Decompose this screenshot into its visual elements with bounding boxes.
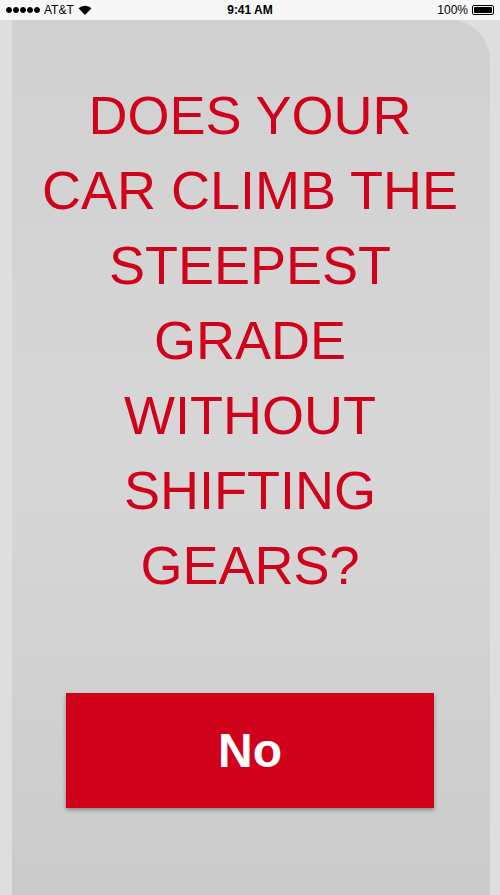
heading-line: CAR CLIMB THE (42, 153, 458, 228)
screen: AT&T 9:41 AM 100% DOES YOURCAR CLIMB THESTE… (0, 0, 500, 895)
heading-line: DOES YOUR (88, 78, 411, 153)
answer-button[interactable]: No (66, 693, 434, 808)
content: DOES YOURCAR CLIMB THESTEEPESTGRADEWITHO… (0, 20, 500, 895)
heading-line: STEEPEST (109, 228, 391, 303)
status-bar: AT&T 9:41 AM 100% (0, 0, 500, 20)
battery-icon (472, 5, 494, 15)
heading-line: WITHOUT (124, 378, 376, 453)
question-heading: DOES YOURCAR CLIMB THESTEEPESTGRADEWITHO… (42, 78, 458, 603)
wifi-icon (78, 5, 92, 15)
battery-percent: 100% (437, 3, 468, 17)
heading-line: GRADE (154, 303, 346, 378)
heading-line: GEARS? (140, 528, 359, 603)
heading-line: SHIFTING (124, 453, 376, 528)
time: 9:41 AM (227, 3, 273, 17)
signal-icon (6, 7, 40, 13)
carrier: AT&T (44, 3, 74, 17)
